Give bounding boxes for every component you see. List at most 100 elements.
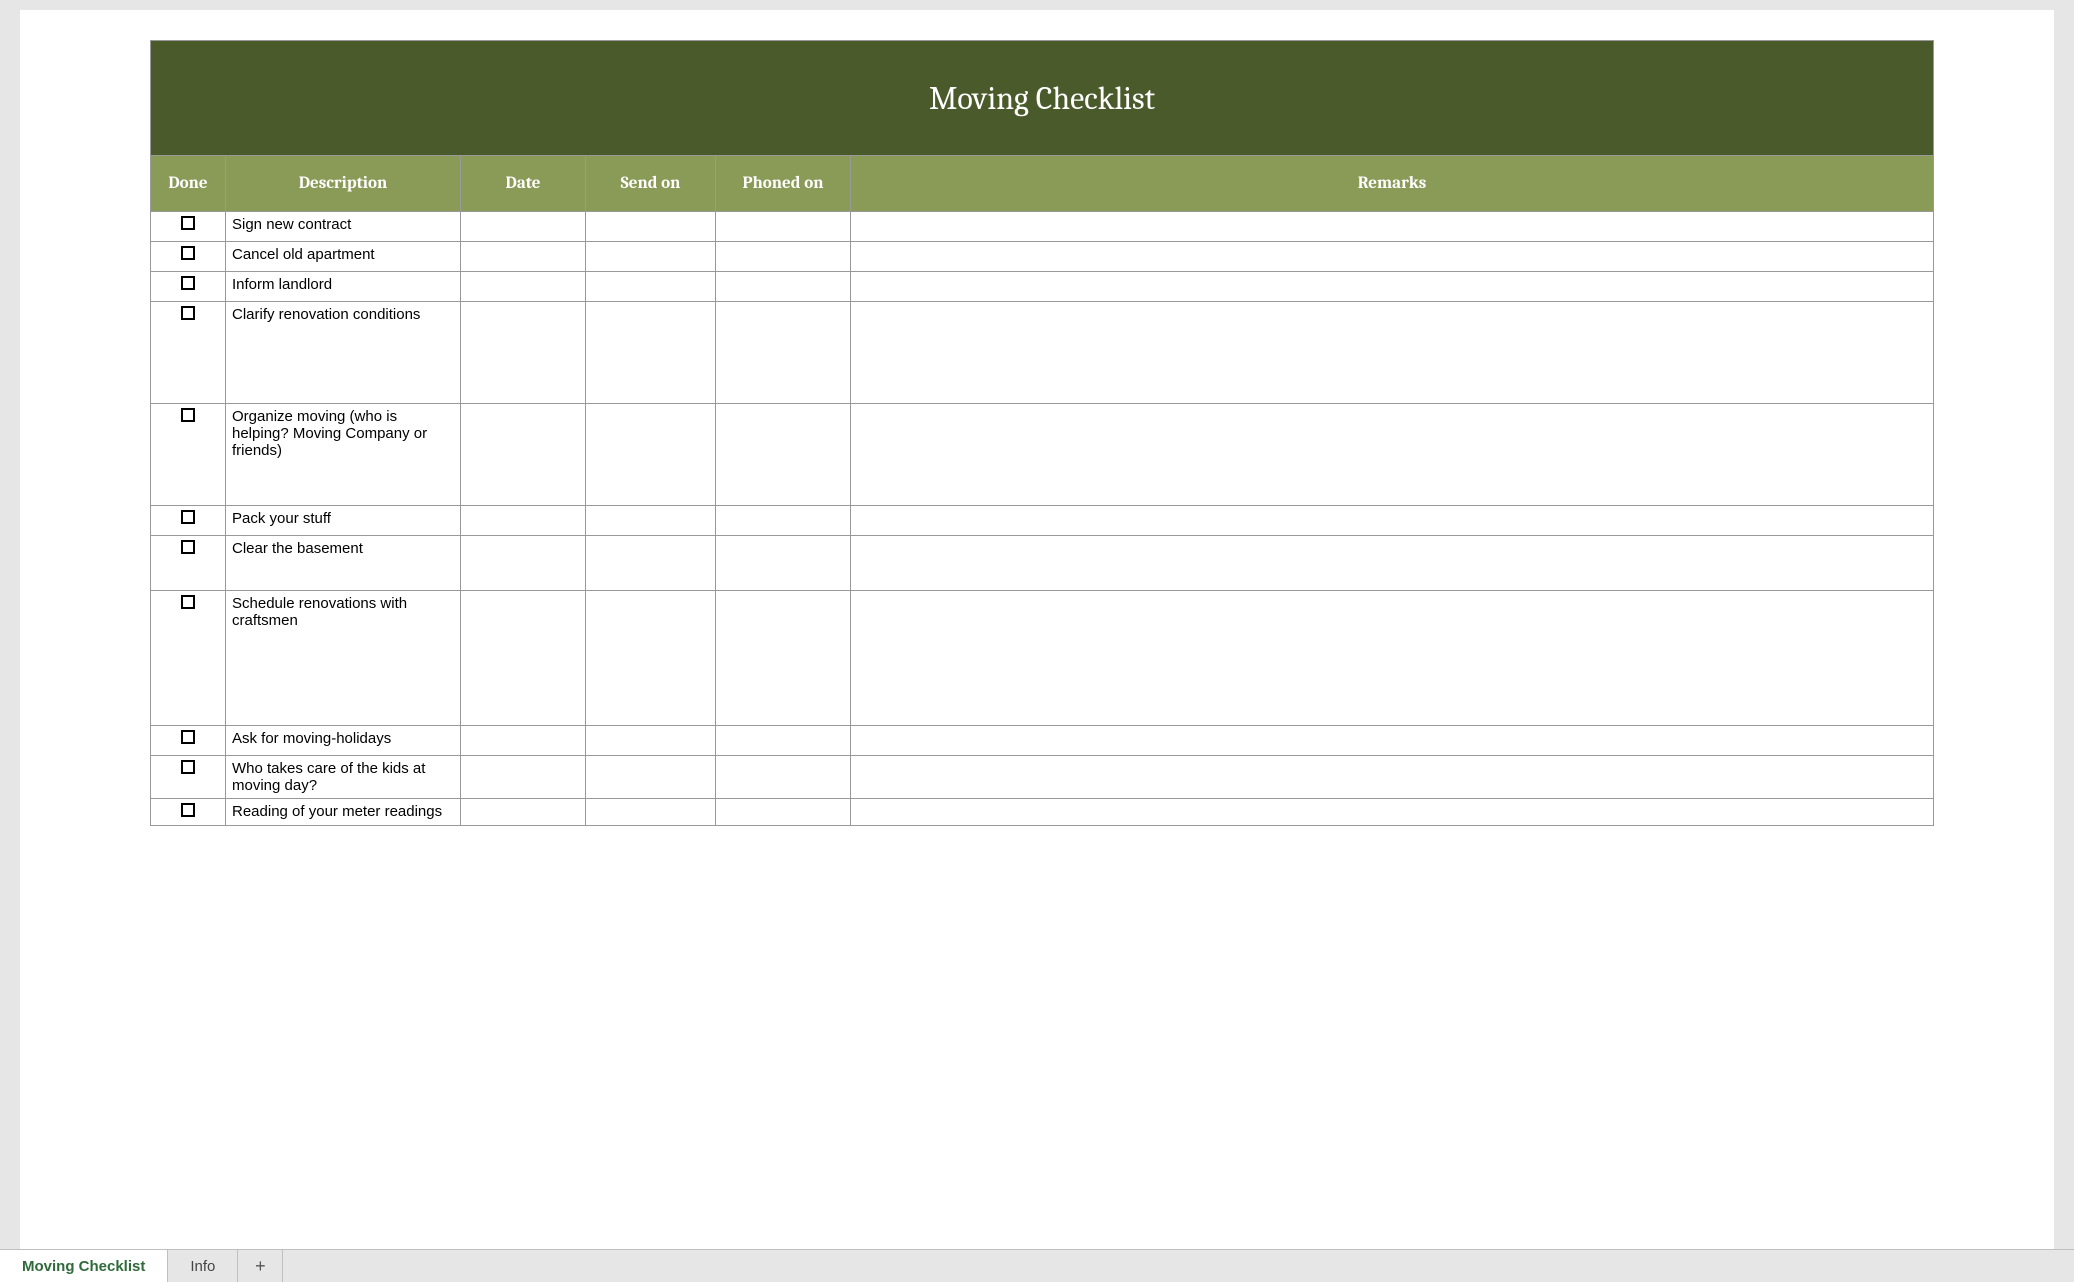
cell-send-on[interactable] bbox=[586, 536, 716, 591]
cell-done[interactable] bbox=[151, 536, 226, 591]
cell-phoned-on[interactable] bbox=[716, 212, 851, 242]
cell-done[interactable] bbox=[151, 404, 226, 506]
cell-description[interactable]: Clear the basement bbox=[226, 536, 461, 591]
col-header-remarks: Remarks bbox=[851, 156, 1934, 212]
cell-phoned-on[interactable] bbox=[716, 756, 851, 799]
cell-send-on[interactable] bbox=[586, 506, 716, 536]
cell-description[interactable]: Inform landlord bbox=[226, 272, 461, 302]
cell-phoned-on[interactable] bbox=[716, 404, 851, 506]
sheet-tab-bar: Moving Checklist Info + bbox=[0, 1249, 2074, 1282]
cell-send-on[interactable] bbox=[586, 404, 716, 506]
cell-phoned-on[interactable] bbox=[716, 302, 851, 404]
page-title: Moving Checklist bbox=[150, 40, 1934, 155]
cell-remarks[interactable] bbox=[851, 302, 1934, 404]
cell-remarks[interactable] bbox=[851, 536, 1934, 591]
cell-description[interactable]: Reading of your meter readings bbox=[226, 799, 461, 826]
cell-phoned-on[interactable] bbox=[716, 272, 851, 302]
cell-done[interactable] bbox=[151, 212, 226, 242]
cell-description[interactable]: Schedule renovations with craftsmen bbox=[226, 591, 461, 726]
cell-send-on[interactable] bbox=[586, 302, 716, 404]
cell-date[interactable] bbox=[461, 506, 586, 536]
cell-done[interactable] bbox=[151, 756, 226, 799]
cell-done[interactable] bbox=[151, 591, 226, 726]
table-row: Organize moving (who is helping? Moving … bbox=[151, 404, 1934, 506]
cell-description[interactable]: Ask for moving-holidays bbox=[226, 726, 461, 756]
cell-remarks[interactable] bbox=[851, 404, 1934, 506]
cell-send-on[interactable] bbox=[586, 242, 716, 272]
checkbox-icon[interactable] bbox=[181, 803, 195, 817]
col-header-send-on: Send on bbox=[586, 156, 716, 212]
checkbox-icon[interactable] bbox=[181, 246, 195, 260]
sheet-content: Moving Checklist Done Description Date S bbox=[150, 40, 1934, 1249]
checkbox-icon[interactable] bbox=[181, 595, 195, 609]
cell-send-on[interactable] bbox=[586, 212, 716, 242]
cell-remarks[interactable] bbox=[851, 726, 1934, 756]
cell-description[interactable]: Pack your stuff bbox=[226, 506, 461, 536]
cell-description[interactable]: Clarify renovation conditions bbox=[226, 302, 461, 404]
checkbox-icon[interactable] bbox=[181, 760, 195, 774]
table-row: Reading of your meter readings bbox=[151, 799, 1934, 826]
sheet-tab-info[interactable]: Info bbox=[168, 1250, 238, 1282]
cell-remarks[interactable] bbox=[851, 506, 1934, 536]
checklist-table: Done Description Date Send on Phoned on … bbox=[150, 155, 1934, 826]
table-row: Who takes care of the kids at moving day… bbox=[151, 756, 1934, 799]
cell-done[interactable] bbox=[151, 302, 226, 404]
cell-remarks[interactable] bbox=[851, 756, 1934, 799]
cell-send-on[interactable] bbox=[586, 756, 716, 799]
cell-phoned-on[interactable] bbox=[716, 242, 851, 272]
cell-done[interactable] bbox=[151, 506, 226, 536]
cell-done[interactable] bbox=[151, 242, 226, 272]
cell-date[interactable] bbox=[461, 536, 586, 591]
cell-phoned-on[interactable] bbox=[716, 536, 851, 591]
cell-date[interactable] bbox=[461, 756, 586, 799]
cell-date[interactable] bbox=[461, 302, 586, 404]
cell-done[interactable] bbox=[151, 272, 226, 302]
cell-phoned-on[interactable] bbox=[716, 506, 851, 536]
col-header-date: Date bbox=[461, 156, 586, 212]
checkbox-icon[interactable] bbox=[181, 540, 195, 554]
cell-send-on[interactable] bbox=[586, 272, 716, 302]
cell-send-on[interactable] bbox=[586, 726, 716, 756]
sheet-tab-moving-checklist[interactable]: Moving Checklist bbox=[0, 1249, 168, 1282]
cell-remarks[interactable] bbox=[851, 272, 1934, 302]
cell-phoned-on[interactable] bbox=[716, 726, 851, 756]
table-row: Clear the basement bbox=[151, 536, 1934, 591]
cell-done[interactable] bbox=[151, 799, 226, 826]
checkbox-icon[interactable] bbox=[181, 306, 195, 320]
col-header-description: Description bbox=[226, 156, 461, 212]
cell-send-on[interactable] bbox=[586, 591, 716, 726]
checkbox-icon[interactable] bbox=[181, 276, 195, 290]
table-row: Clarify renovation conditions bbox=[151, 302, 1934, 404]
cell-date[interactable] bbox=[461, 272, 586, 302]
cell-remarks[interactable] bbox=[851, 212, 1934, 242]
document-page: Moving Checklist Done Description Date S bbox=[20, 10, 2054, 1249]
table-row: Cancel old apartment bbox=[151, 242, 1934, 272]
checkbox-icon[interactable] bbox=[181, 730, 195, 744]
cell-remarks[interactable] bbox=[851, 242, 1934, 272]
cell-remarks[interactable] bbox=[851, 799, 1934, 826]
checkbox-icon[interactable] bbox=[181, 408, 195, 422]
checkbox-icon[interactable] bbox=[181, 216, 195, 230]
cell-date[interactable] bbox=[461, 799, 586, 826]
cell-done[interactable] bbox=[151, 726, 226, 756]
table-row: Inform landlord bbox=[151, 272, 1934, 302]
table-row: Pack your stuff bbox=[151, 506, 1934, 536]
cell-date[interactable] bbox=[461, 212, 586, 242]
table-row: Sign new contract bbox=[151, 212, 1934, 242]
cell-description[interactable]: Sign new contract bbox=[226, 212, 461, 242]
cell-description[interactable]: Organize moving (who is helping? Moving … bbox=[226, 404, 461, 506]
cell-date[interactable] bbox=[461, 726, 586, 756]
sheet-tab-add[interactable]: + bbox=[238, 1250, 283, 1282]
table-header-row: Done Description Date Send on Phoned on … bbox=[151, 156, 1934, 212]
cell-phoned-on[interactable] bbox=[716, 591, 851, 726]
cell-date[interactable] bbox=[461, 242, 586, 272]
cell-phoned-on[interactable] bbox=[716, 799, 851, 826]
cell-date[interactable] bbox=[461, 404, 586, 506]
cell-remarks[interactable] bbox=[851, 591, 1934, 726]
cell-date[interactable] bbox=[461, 591, 586, 726]
cell-description[interactable]: Cancel old apartment bbox=[226, 242, 461, 272]
cell-description[interactable]: Who takes care of the kids at moving day… bbox=[226, 756, 461, 799]
col-header-done: Done bbox=[151, 156, 226, 212]
checkbox-icon[interactable] bbox=[181, 510, 195, 524]
cell-send-on[interactable] bbox=[586, 799, 716, 826]
